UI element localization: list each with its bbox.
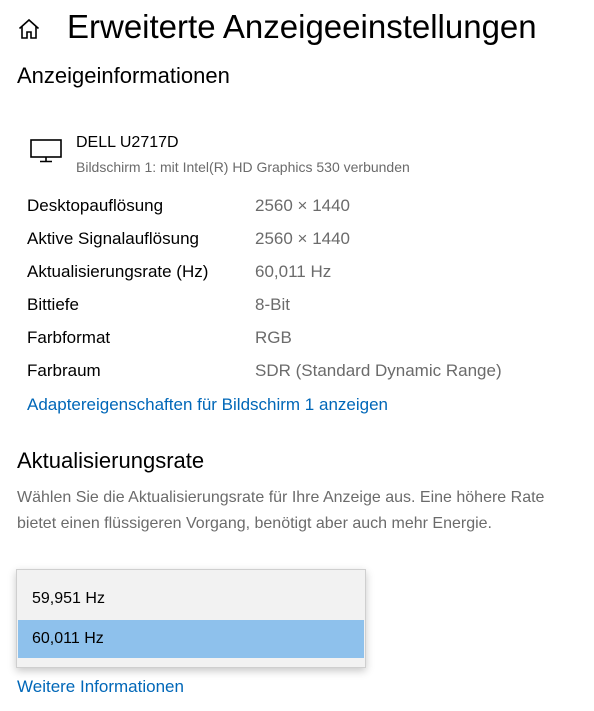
adapter-properties-link[interactable]: Adaptereigenschaften für Bildschirm 1 an… bbox=[27, 395, 388, 415]
info-row-bit-depth: Bittiefe 8-Bit bbox=[27, 295, 567, 319]
info-value: 8-Bit bbox=[255, 295, 290, 314]
refresh-rate-option-59951[interactable]: 59,951 Hz bbox=[18, 580, 364, 618]
monitor-icon bbox=[30, 139, 62, 163]
monitor-subtitle: Bildschirm 1: mit Intel(R) HD Graphics 5… bbox=[76, 159, 410, 175]
refresh-rate-dropdown[interactable]: 59,951 Hz 60,011 Hz bbox=[16, 569, 366, 668]
home-button[interactable] bbox=[14, 14, 44, 44]
home-icon bbox=[18, 18, 40, 39]
option-label: 60,011 Hz bbox=[32, 630, 104, 647]
info-label: Desktopauflösung bbox=[27, 196, 164, 215]
info-row-active-signal-resolution: Aktive Signalauflösung 2560 × 1440 bbox=[27, 229, 567, 253]
info-label: Aktive Signalauflösung bbox=[27, 229, 200, 248]
refresh-rate-heading: Aktualisierungsrate bbox=[17, 448, 205, 473]
info-value: 2560 × 1440 bbox=[255, 196, 351, 215]
monitor-entry: DELL U2717D Bildschirm 1: mit Intel(R) H… bbox=[30, 134, 570, 184]
info-value: RGB bbox=[255, 328, 292, 347]
info-value: 60,011 Hz bbox=[255, 262, 332, 281]
refresh-rate-option-60011[interactable]: 60,011 Hz bbox=[18, 620, 364, 658]
more-info-link[interactable]: Weitere Informationen bbox=[17, 677, 184, 697]
info-label: Farbformat bbox=[27, 328, 111, 347]
info-value: 2560 × 1440 bbox=[255, 229, 351, 248]
info-row-color-format: Farbformat RGB bbox=[27, 328, 567, 352]
refresh-rate-description: Wählen Sie die Aktualisierungsrate für I… bbox=[17, 489, 545, 532]
info-label: Farbraum bbox=[27, 361, 101, 380]
option-label: 59,951 Hz bbox=[32, 590, 105, 607]
info-row-refresh-rate: Aktualisierungsrate (Hz) 60,011 Hz bbox=[27, 262, 567, 286]
info-label: Aktualisierungsrate (Hz) bbox=[27, 262, 209, 281]
monitor-name: DELL U2717D bbox=[76, 134, 179, 151]
header: Erweiterte Anzeigeeinstellungen bbox=[0, 0, 594, 60]
display-info-heading: Anzeigeinformationen bbox=[17, 63, 230, 88]
info-row-color-space: Farbraum SDR (Standard Dynamic Range) bbox=[27, 361, 567, 385]
info-row-desktop-resolution: Desktopauflösung 2560 × 1440 bbox=[27, 196, 567, 220]
info-label: Bittiefe bbox=[27, 295, 79, 314]
info-value: SDR (Standard Dynamic Range) bbox=[255, 361, 502, 380]
page-title: Erweiterte Anzeigeeinstellungen bbox=[67, 8, 537, 45]
